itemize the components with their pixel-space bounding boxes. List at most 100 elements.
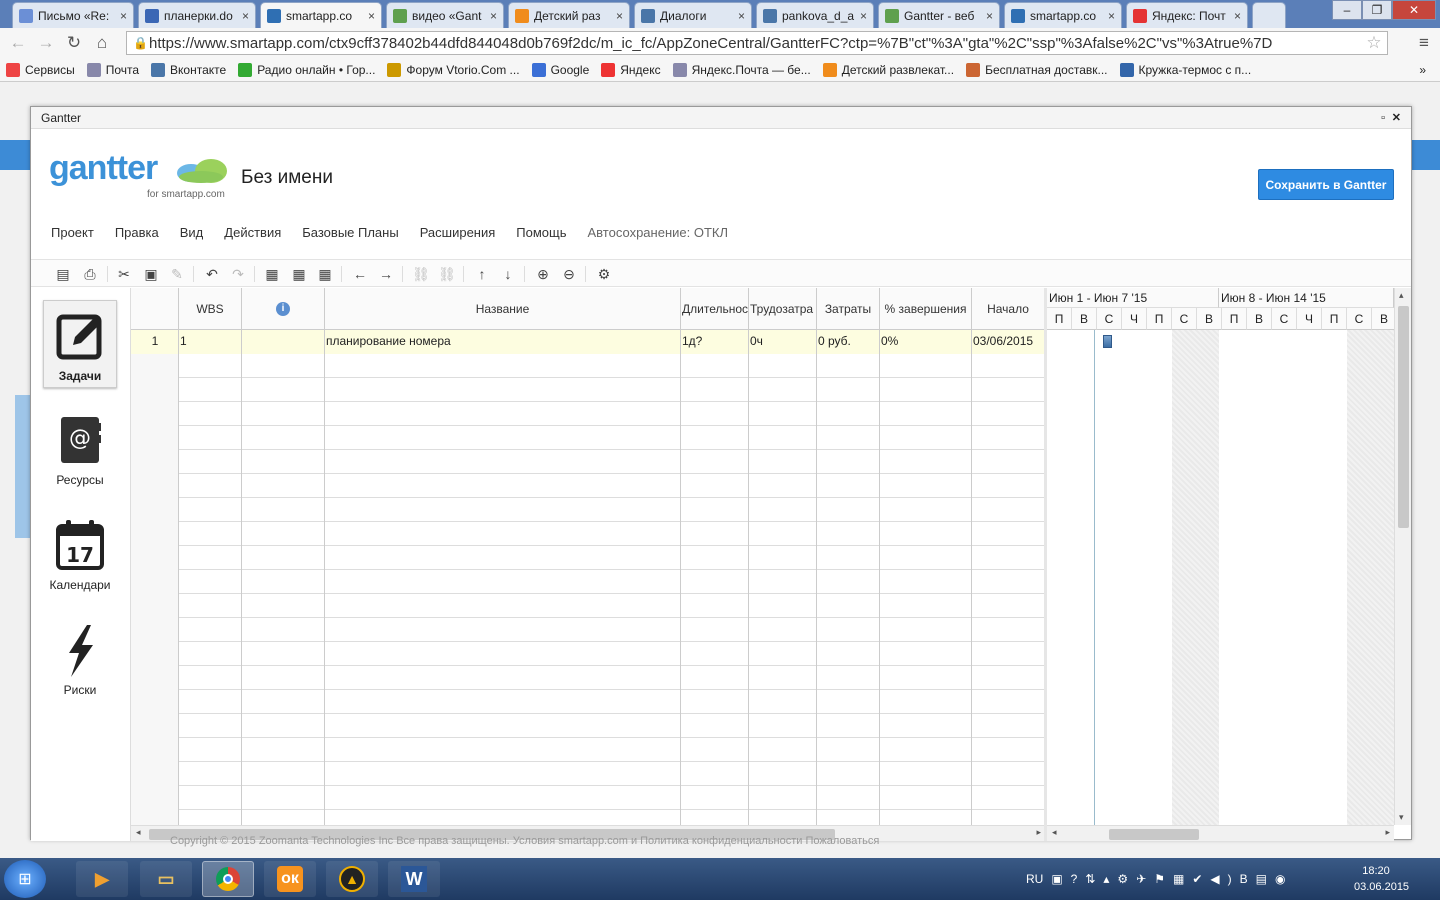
zoom-in-icon[interactable]: ⊕ <box>533 264 553 284</box>
table-row[interactable] <box>131 402 1045 426</box>
cell-name[interactable] <box>325 594 681 618</box>
cell-complete[interactable]: 0% <box>880 330 972 354</box>
col-name[interactable]: Название <box>325 288 681 330</box>
cell-complete[interactable] <box>880 714 972 738</box>
cell-info[interactable] <box>242 810 325 825</box>
cell-info[interactable] <box>242 714 325 738</box>
menu-item[interactable]: Расширения <box>420 225 496 240</box>
cell-wbs[interactable] <box>179 570 242 594</box>
cell-num[interactable] <box>131 474 179 498</box>
cell-cost[interactable] <box>817 474 880 498</box>
cell-duration[interactable] <box>681 738 749 762</box>
cell-start[interactable] <box>972 546 1045 570</box>
cell-duration[interactable] <box>681 810 749 825</box>
gantt-scroll-thumb[interactable] <box>1109 829 1199 840</box>
media-player-icon[interactable]: ▶ <box>76 861 128 897</box>
bookmark-item[interactable]: Сервисы <box>6 62 75 77</box>
address-bar[interactable]: 🔒 https://www.smartapp.com/ctx9cff378402… <box>126 31 1388 55</box>
close-icon[interactable]: ✕ <box>1392 107 1401 129</box>
nav-risks[interactable]: Риски <box>43 615 117 703</box>
cell-info[interactable] <box>242 426 325 450</box>
cell-start[interactable] <box>972 762 1045 786</box>
cell-wbs[interactable] <box>179 474 242 498</box>
cell-info[interactable] <box>242 738 325 762</box>
cell-duration[interactable] <box>681 522 749 546</box>
cell-start[interactable] <box>972 354 1045 378</box>
table-row[interactable] <box>131 618 1045 642</box>
cell-start[interactable] <box>972 402 1045 426</box>
table-row[interactable] <box>131 642 1045 666</box>
cell-num[interactable] <box>131 618 179 642</box>
cell-start[interactable] <box>972 786 1045 810</box>
cell-wbs[interactable] <box>179 594 242 618</box>
bookmark-item[interactable]: Бесплатная доставк... <box>966 62 1108 77</box>
cell-duration[interactable] <box>681 594 749 618</box>
table-row[interactable] <box>131 522 1045 546</box>
cell-duration[interactable] <box>681 354 749 378</box>
move-up-icon[interactable]: ↑ <box>472 264 492 284</box>
cell-complete[interactable] <box>880 426 972 450</box>
tab-close-icon[interactable]: × <box>986 9 993 23</box>
cell-start[interactable] <box>972 426 1045 450</box>
cell-cost[interactable] <box>817 738 880 762</box>
cell-wbs[interactable] <box>179 402 242 426</box>
table-row[interactable] <box>131 738 1045 762</box>
delete-task-icon[interactable]: ▦ <box>315 264 335 284</box>
browser-tab[interactable]: Gantter - веб × <box>878 2 1000 28</box>
cell-start[interactable] <box>972 378 1045 402</box>
odnoklassniki-icon[interactable]: ок <box>264 861 316 897</box>
cell-work[interactable] <box>749 642 817 666</box>
cell-cost[interactable]: 0 руб. <box>817 330 880 354</box>
cell-info[interactable] <box>242 450 325 474</box>
cell-num[interactable] <box>131 522 179 546</box>
cell-cost[interactable] <box>817 690 880 714</box>
cell-work[interactable] <box>749 738 817 762</box>
browser-tab[interactable]: pankova_d_a × <box>756 2 874 28</box>
bookmark-item[interactable]: Вконтакте <box>151 62 226 77</box>
paste-icon[interactable]: ▣ <box>141 264 161 284</box>
cell-name[interactable] <box>325 762 681 786</box>
tab-close-icon[interactable]: × <box>738 9 745 23</box>
cell-cost[interactable] <box>817 498 880 522</box>
cell-num[interactable] <box>131 546 179 570</box>
cell-cost[interactable] <box>817 426 880 450</box>
cell-work[interactable] <box>749 498 817 522</box>
cell-wbs[interactable] <box>179 666 242 690</box>
browser-tab[interactable]: Письмо «Re: × <box>12 2 134 28</box>
tray-icons[interactable]: ▣?⇅▴⚙✈⚑▦✔◀)B▤◉ <box>1051 872 1293 886</box>
menu-item[interactable]: Вид <box>180 225 204 240</box>
cell-cost[interactable] <box>817 666 880 690</box>
col-complete[interactable]: % завершения <box>880 288 972 330</box>
menu-item[interactable]: Помощь <box>516 225 566 240</box>
tab-close-icon[interactable]: × <box>860 9 867 23</box>
cell-duration[interactable] <box>681 450 749 474</box>
cell-complete[interactable] <box>880 354 972 378</box>
settings-icon[interactable]: ⚙ <box>594 264 614 284</box>
cell-work[interactable] <box>749 378 817 402</box>
browser-tab[interactable]: smartapp.co × <box>260 2 382 28</box>
cell-info[interactable] <box>242 378 325 402</box>
insert-task-icon[interactable]: ▦ <box>262 264 282 284</box>
cell-cost[interactable] <box>817 450 880 474</box>
cell-wbs[interactable] <box>179 546 242 570</box>
format-painter-icon[interactable]: ✎ <box>167 264 187 284</box>
zoom-out-icon[interactable]: ⊖ <box>559 264 579 284</box>
cell-info[interactable] <box>242 618 325 642</box>
cell-name[interactable] <box>325 546 681 570</box>
table-row[interactable] <box>131 546 1045 570</box>
cell-name[interactable] <box>325 690 681 714</box>
cell-duration[interactable] <box>681 762 749 786</box>
cell-num[interactable] <box>131 498 179 522</box>
cell-name[interactable]: планирование номера <box>325 330 681 354</box>
cell-complete[interactable] <box>880 498 972 522</box>
cell-num[interactable]: 1 <box>131 330 179 354</box>
cell-name[interactable] <box>325 810 681 825</box>
tab-close-icon[interactable]: × <box>368 9 375 23</box>
bookmark-item[interactable]: Форум Vtorio.Com ... <box>387 62 520 77</box>
col-start[interactable]: Начало <box>972 288 1045 330</box>
cell-cost[interactable] <box>817 354 880 378</box>
cell-num[interactable] <box>131 426 179 450</box>
cell-start[interactable] <box>972 450 1045 474</box>
table-row[interactable] <box>131 450 1045 474</box>
cell-complete[interactable] <box>880 762 972 786</box>
